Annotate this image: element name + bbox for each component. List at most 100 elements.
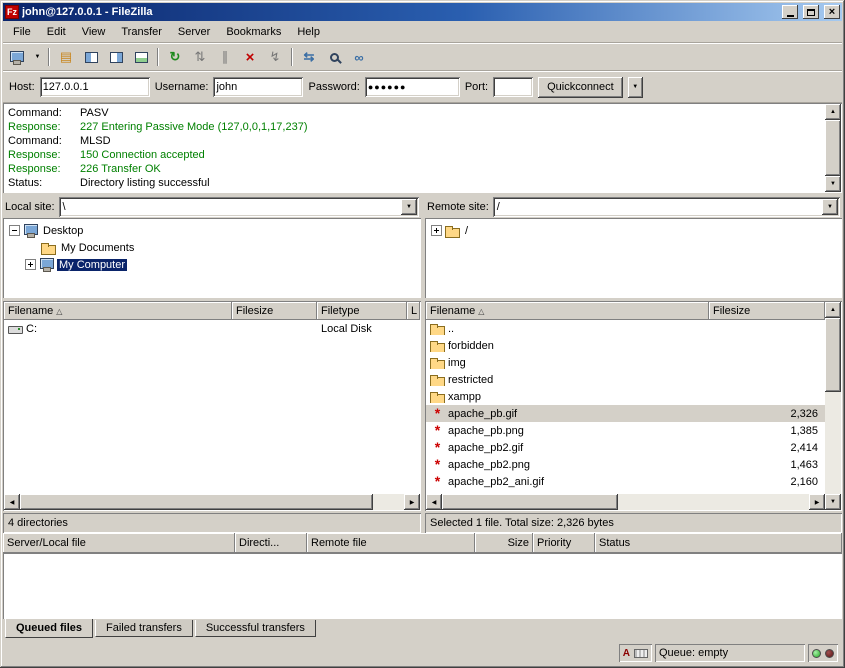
find-files-button[interactable]: ∞ (347, 46, 371, 68)
tree-item-my-documents[interactable]: My Documents (5, 239, 421, 256)
status-bar-spacer (5, 644, 616, 662)
file-row-c-drive[interactable]: C: Local Disk (4, 320, 420, 337)
column-header-truncated[interactable]: L (407, 302, 420, 320)
desktop-icon (23, 224, 38, 237)
toggle-local-tree-button[interactable] (79, 46, 103, 68)
remote-list-header: Filename△ Filesize (426, 302, 825, 320)
file-row[interactable]: *apache_pb2.png1,463 (426, 456, 825, 473)
local-site-combo[interactable]: \ ▼ (59, 197, 419, 217)
scroll-down-button[interactable]: ▼ (825, 494, 841, 510)
file-row[interactable]: *apache_pb2.gif2,414 (426, 439, 825, 456)
tab-failed-transfers[interactable]: Failed transfers (95, 620, 193, 637)
toggle-queue-button[interactable] (129, 46, 153, 68)
column-header-priority[interactable]: Priority (533, 533, 595, 553)
tree-item-desktop[interactable]: Desktop (5, 222, 421, 239)
tab-queued-files[interactable]: Queued files (5, 619, 93, 638)
menu-transfer[interactable]: Transfer (113, 22, 170, 42)
menubar: File Edit View Transfer Server Bookmarks… (3, 21, 842, 43)
password-label: Password: (308, 81, 359, 93)
pause-button[interactable]: ∥ (213, 46, 237, 68)
file-row[interactable]: *apache_pb2_ani.gif2,160 (426, 473, 825, 490)
folder-icon (445, 224, 460, 237)
local-pane: Local site: \ ▼ Desktop My Documents (3, 196, 421, 533)
expand-icon[interactable] (431, 225, 442, 236)
menu-view[interactable]: View (74, 22, 114, 42)
password-input[interactable] (365, 77, 460, 97)
disconnect-button[interactable]: ↯ (263, 46, 287, 68)
menu-server[interactable]: Server (170, 22, 218, 42)
red-led-icon (825, 649, 834, 658)
remote-vertical-scrollbar[interactable]: ▲ ▼ (825, 302, 841, 510)
menu-file[interactable]: File (5, 22, 39, 42)
scroll-up-button[interactable]: ▲ (825, 104, 841, 120)
scroll-down-button[interactable]: ▼ (825, 176, 841, 192)
toggle-message-log-button[interactable]: ▤ (54, 46, 78, 68)
scroll-thumb[interactable] (825, 120, 841, 176)
quickconnect-dropdown-button[interactable]: ▼ (628, 77, 643, 98)
remote-site-combo[interactable]: / ▼ (493, 197, 840, 217)
remote-horizontal-scrollbar[interactable]: ◀ ▶ (426, 494, 825, 510)
column-header-server-local-file[interactable]: Server/Local file (3, 533, 235, 553)
process-queue-button[interactable]: ⇅ (188, 46, 212, 68)
combo-dropdown-button[interactable]: ▼ (822, 199, 838, 215)
scroll-thumb[interactable] (20, 494, 373, 510)
refresh-button[interactable]: ↻ (163, 46, 187, 68)
expand-icon[interactable] (25, 259, 36, 270)
drive-icon (8, 322, 23, 335)
scroll-up-button[interactable]: ▲ (825, 302, 841, 318)
local-horizontal-scrollbar[interactable]: ◀ ▶ (4, 494, 420, 510)
username-input[interactable] (213, 77, 303, 97)
scroll-right-button[interactable]: ▶ (809, 494, 825, 510)
file-row[interactable]: img (426, 354, 825, 371)
window-title: john@127.0.0.1 - FileZilla (22, 6, 777, 18)
menu-bookmarks[interactable]: Bookmarks (218, 22, 289, 42)
toggle-remote-tree-button[interactable] (104, 46, 128, 68)
tab-successful-transfers[interactable]: Successful transfers (195, 620, 316, 637)
menu-edit[interactable]: Edit (39, 22, 74, 42)
file-row-selected[interactable]: *apache_pb.gif2,326 (426, 405, 825, 422)
log-scrollbar[interactable]: ▲ ▼ (825, 104, 841, 192)
site-manager-button[interactable] (6, 46, 30, 68)
scroll-right-button[interactable]: ▶ (404, 494, 420, 510)
maximize-button[interactable] (803, 5, 819, 19)
column-header-filesize[interactable]: Filesize (232, 302, 317, 320)
folder-icon (430, 339, 445, 352)
scroll-left-button[interactable]: ◀ (4, 494, 20, 510)
compare-directories-button[interactable]: ⇆ (297, 46, 321, 68)
column-header-filetype[interactable]: Filetype (317, 302, 407, 320)
column-header-status[interactable]: Status (595, 533, 842, 553)
maximize-icon (807, 9, 815, 16)
quickconnect-button[interactable]: Quickconnect (538, 77, 623, 98)
column-header-remote-file[interactable]: Remote file (307, 533, 475, 553)
titlebar[interactable]: Fz john@127.0.0.1 - FileZilla × (3, 3, 842, 21)
cancel-button[interactable]: × (238, 46, 262, 68)
file-row[interactable]: forbidden (426, 337, 825, 354)
file-row[interactable]: .. (426, 320, 825, 337)
column-header-filename[interactable]: Filename△ (4, 302, 232, 320)
menu-help[interactable]: Help (289, 22, 328, 42)
combo-dropdown-button[interactable]: ▼ (401, 199, 417, 215)
column-header-filesize[interactable]: Filesize (709, 302, 825, 320)
port-input[interactable] (493, 77, 533, 97)
tree-item-root[interactable]: / (427, 222, 842, 239)
directory-filter-button[interactable] (322, 46, 346, 68)
host-input[interactable] (40, 77, 150, 97)
chevron-down-icon: ▼ (827, 204, 833, 210)
collapse-icon[interactable] (9, 225, 20, 236)
led-panel (808, 644, 838, 662)
scroll-left-button[interactable]: ◀ (426, 494, 442, 510)
column-header-direction[interactable]: Directi... (235, 533, 307, 553)
tree-item-my-computer[interactable]: My Computer (5, 256, 421, 273)
file-row[interactable]: restricted (426, 371, 825, 388)
minimize-button[interactable] (782, 5, 798, 19)
column-header-size[interactable]: Size (475, 533, 533, 553)
image-file-icon: * (430, 458, 445, 471)
close-button[interactable]: × (824, 5, 840, 19)
file-row[interactable]: *apache_pb.png1,385 (426, 422, 825, 439)
scroll-thumb[interactable] (825, 318, 841, 392)
scroll-thumb[interactable] (442, 494, 618, 510)
site-manager-dropdown-button[interactable]: ▼ (31, 46, 44, 68)
file-row[interactable]: xampp (426, 388, 825, 405)
ascii-indicator-icon: A (623, 648, 630, 659)
column-header-filename[interactable]: Filename△ (426, 302, 709, 320)
